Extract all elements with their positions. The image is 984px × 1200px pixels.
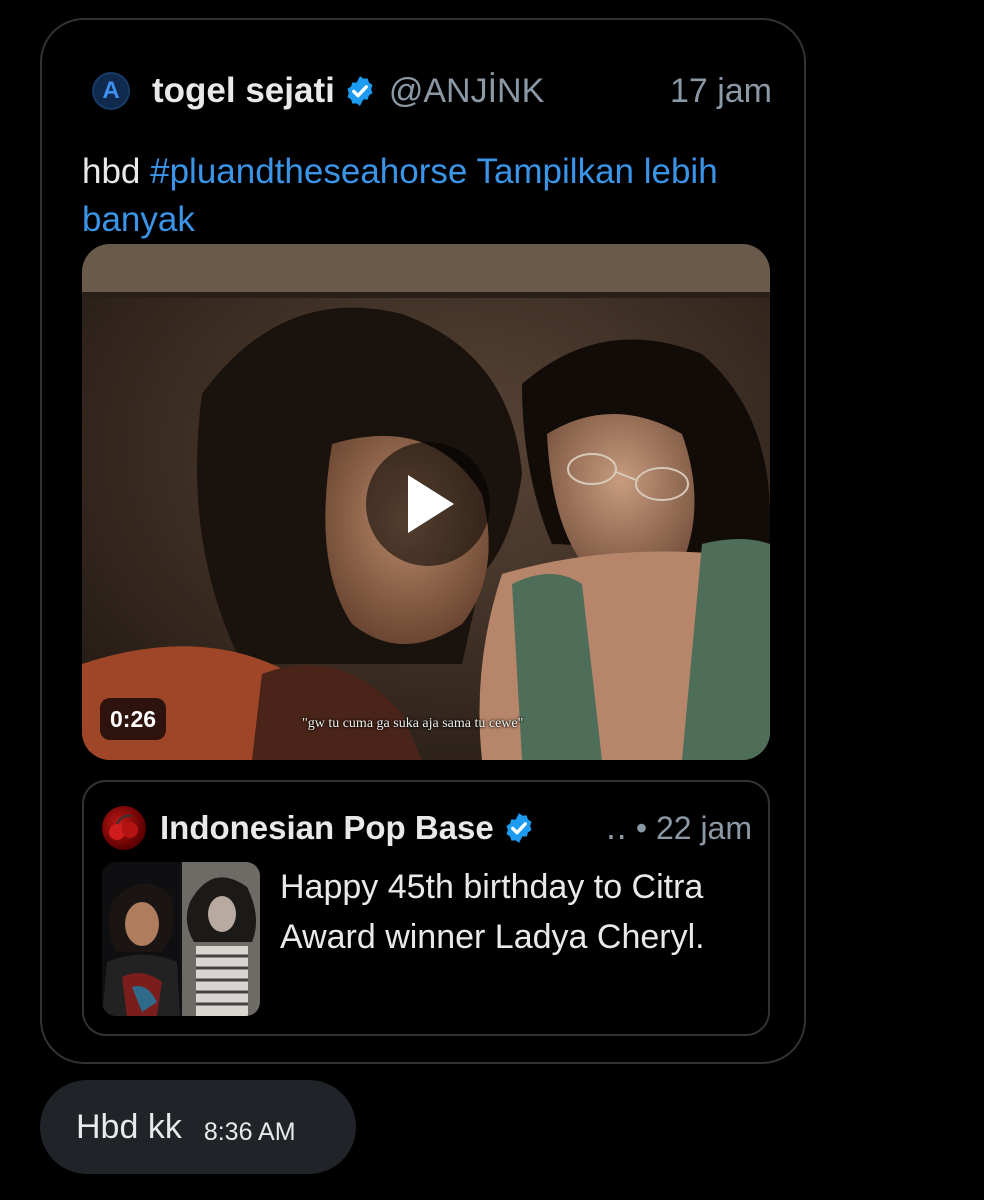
quote-header: Indonesian Pop Base ‥ • 22 jam xyxy=(102,802,752,854)
quote-author-name[interactable]: Indonesian Pop Base xyxy=(160,809,494,847)
message-text: Hbd kk xyxy=(76,1107,182,1146)
shared-post-card[interactable]: A togel sejati @ANJİNK 17 jam hbd #pluan… xyxy=(40,18,806,1064)
author-name[interactable]: togel sejati xyxy=(152,71,335,111)
quote-timestamp: ‥ • 22 jam xyxy=(605,810,752,846)
post-header: A togel sejati @ANJİNK 17 jam xyxy=(92,62,772,120)
video-player[interactable]: 0:26 "gw tu cuma ga suka aja sama tu cew… xyxy=(82,244,770,760)
photo-right xyxy=(182,862,260,1016)
quoted-post-card[interactable]: Indonesian Pop Base ‥ • 22 jam Happy 45t… xyxy=(82,780,770,1036)
cherry-logo-icon xyxy=(109,814,138,840)
video-subtitle: "gw tu cuma ga suka aja sama tu cewe" xyxy=(302,716,524,731)
verified-badge-icon xyxy=(347,76,373,106)
message-timestamp: 8:36 AM xyxy=(203,1117,296,1146)
play-icon xyxy=(408,475,454,533)
post-text: hbd #pluandtheseahorse Tampilkan lebih b… xyxy=(82,148,762,244)
verified-badge-icon xyxy=(506,813,532,843)
photo-left xyxy=(102,862,180,1016)
post-timestamp: 17 jam xyxy=(669,71,772,110)
dm-conversation: A togel sejati @ANJİNK 17 jam hbd #pluan… xyxy=(0,0,984,1200)
play-button[interactable] xyxy=(366,442,490,566)
author-handle[interactable]: @ANJİNK xyxy=(389,72,544,111)
hashtag-link[interactable]: #pluandtheseahorse xyxy=(150,152,467,191)
avatar-letter: A xyxy=(102,77,120,104)
quote-text: Happy 45th birthday to Citra Award winne… xyxy=(280,868,705,956)
author-avatar[interactable]: A xyxy=(92,72,130,110)
post-text-prefix: hbd xyxy=(82,152,151,191)
message-bubble[interactable]: Hbd kk 8:36 AM xyxy=(40,1080,356,1174)
video-duration: 0:26 xyxy=(100,698,167,740)
quote-media-thumbnail[interactable] xyxy=(102,862,260,1016)
quote-author-avatar[interactable] xyxy=(102,806,146,850)
